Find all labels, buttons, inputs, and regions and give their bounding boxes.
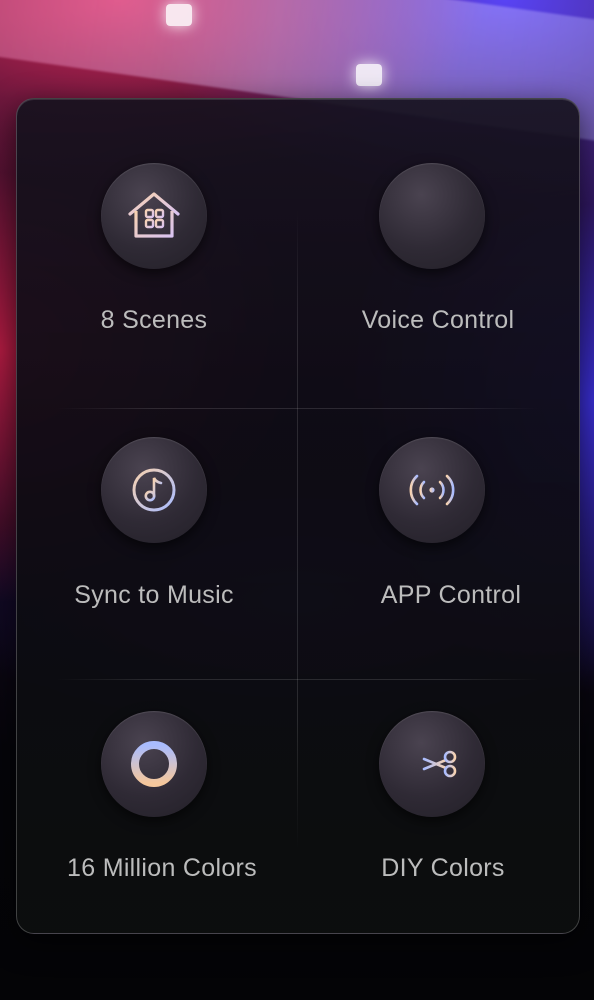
- feature-icon-button: [101, 437, 207, 543]
- feature-label: Voice Control: [361, 306, 515, 334]
- feature-label: 8 Scenes: [100, 306, 208, 334]
- music-note-icon: [132, 468, 176, 512]
- feature-icon-button: [101, 163, 207, 269]
- feature-label: Sync to Music: [74, 581, 234, 609]
- scissors-icon: [408, 750, 457, 778]
- feature-icon-button: [379, 163, 485, 269]
- voice-waveform-icon: [412, 194, 451, 238]
- wireless-signal-icon: [409, 474, 455, 506]
- feature-voice-control: Voice Control: [298, 99, 579, 374]
- feature-app-control: APP Control: [298, 408, 579, 683]
- features-panel: 8 Scenes Voice Control Sync to Music APP…: [16, 98, 580, 934]
- led-chip: [166, 4, 192, 26]
- home-scenes-icon: [128, 192, 180, 238]
- feature-label: DIY Colors: [381, 854, 505, 882]
- feature-8-scenes: 8 Scenes: [17, 99, 298, 374]
- feature-diy-colors: DIY Colors: [298, 679, 579, 954]
- feature-icon-button: [101, 711, 207, 817]
- background-led-strip-photo: 8 Scenes Voice Control Sync to Music APP…: [0, 0, 594, 1000]
- feature-sync-to-music: Sync to Music: [17, 408, 298, 683]
- feature-label: 16 Million Colors: [67, 854, 257, 882]
- led-chip: [356, 64, 382, 86]
- feature-icon-button: [379, 437, 485, 543]
- feature-icon-button: [379, 711, 485, 817]
- color-ring-icon: [131, 741, 177, 787]
- feature-label: APP Control: [380, 581, 522, 609]
- feature-16-million-colors: 16 Million Colors: [17, 679, 298, 954]
